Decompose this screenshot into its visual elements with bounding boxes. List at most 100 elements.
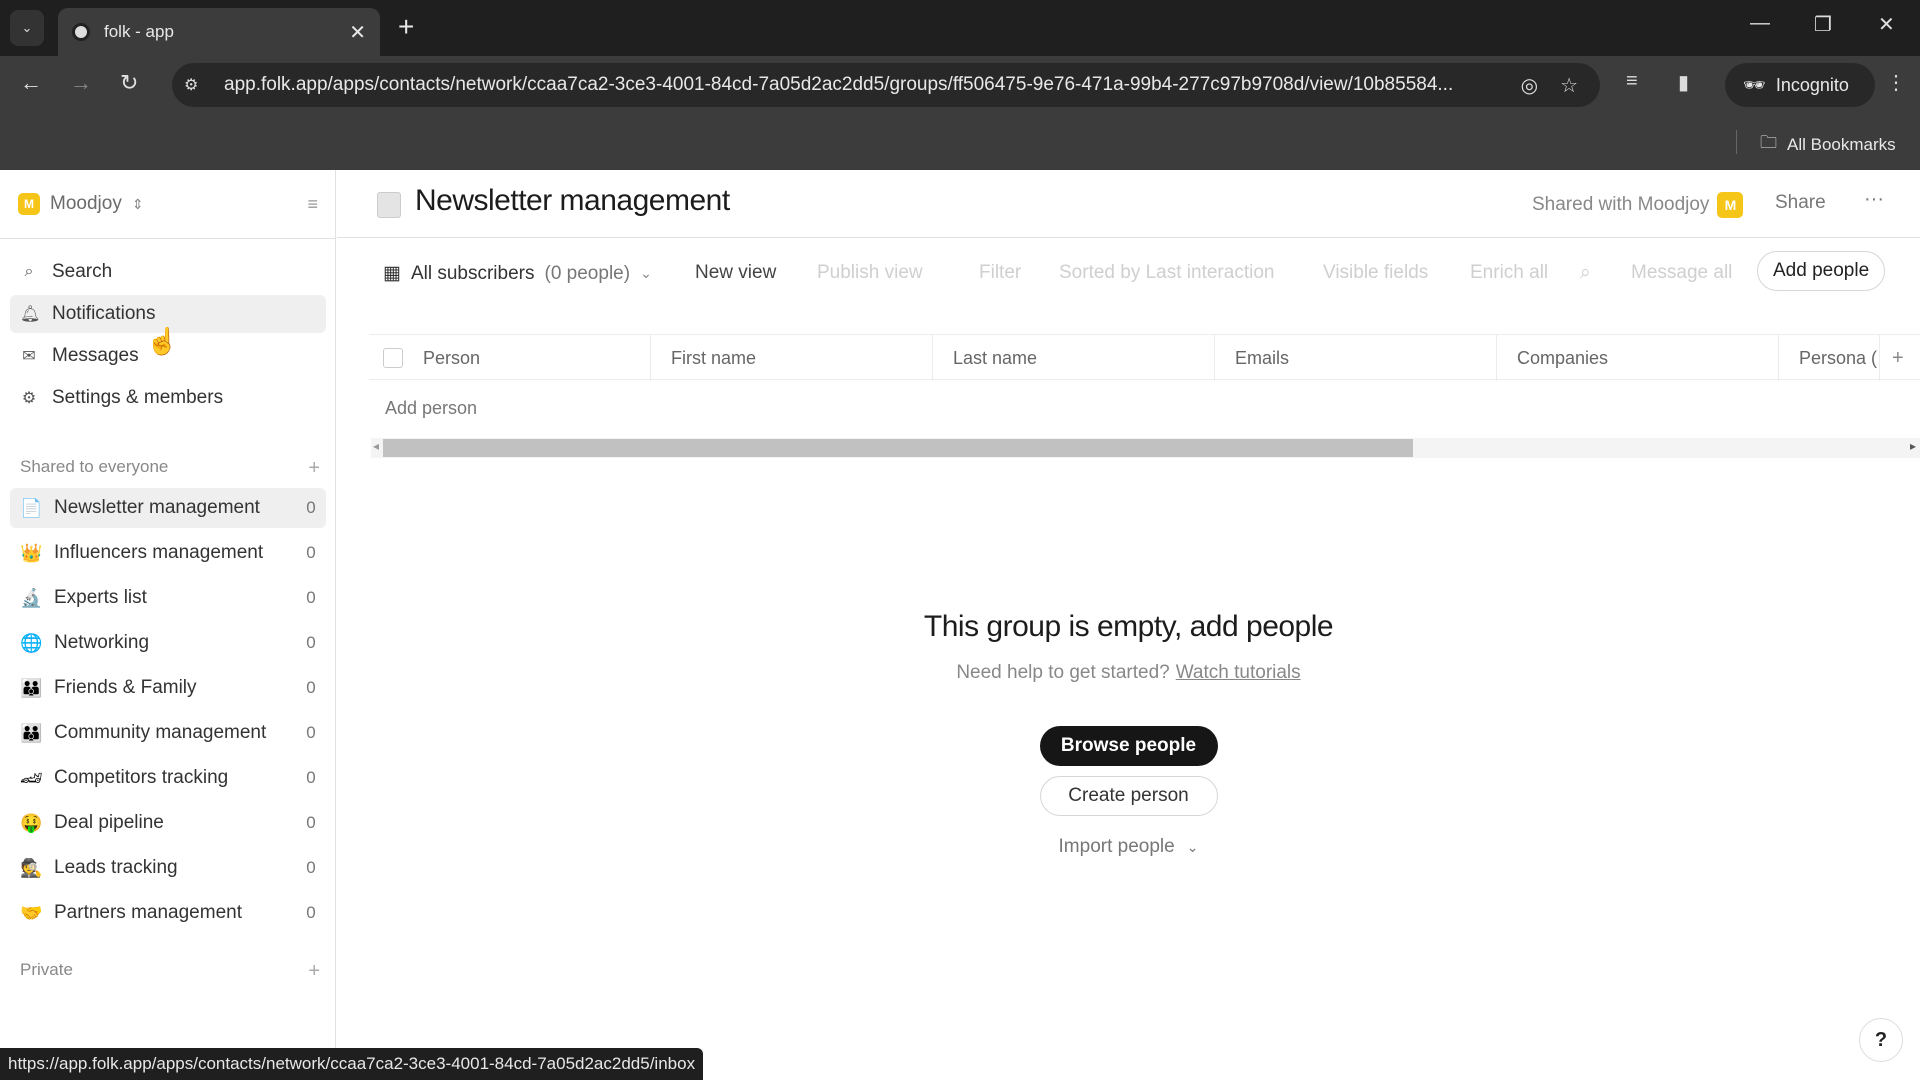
filter-button[interactable]: Filter (979, 262, 1021, 284)
search-icon: ⌕ (24, 263, 34, 280)
group-item[interactable]: 🕵 Leads tracking 0 (10, 848, 326, 888)
add-person-row[interactable]: Add person (385, 398, 477, 419)
group-count: 0 (306, 768, 316, 787)
globe-icon: 🌐 (20, 632, 43, 653)
main-content: Newsletter management Shared with Moodjo… (337, 170, 1920, 1080)
column-header-emails[interactable]: Emails (1215, 335, 1497, 381)
group-label: Newsletter management (54, 497, 260, 518)
column-header-persona[interactable]: Persona ( (1779, 335, 1880, 381)
view-count: (0 people) (544, 262, 631, 284)
scroll-right-icon[interactable]: ▸ (1910, 439, 1916, 453)
chevron-down-icon: ⌄ (640, 265, 652, 281)
workspace-switcher[interactable]: M Moodjoy ⇕ ≡ (18, 170, 318, 238)
collapse-sidebar-icon[interactable]: ≡ (307, 194, 318, 215)
media-icon[interactable]: ≡ (1626, 70, 1638, 93)
group-item[interactable]: 👪 Community management 0 (10, 713, 326, 753)
column-header-companies[interactable]: Companies (1497, 335, 1779, 381)
money-face-icon: 🤑 (20, 812, 43, 833)
reload-icon[interactable]: ↻ (120, 70, 138, 96)
group-label: Partners management (54, 902, 242, 923)
help-button[interactable]: ? (1859, 1018, 1903, 1062)
scroll-left-icon[interactable]: ◂ (373, 439, 379, 453)
group-count: 0 (306, 588, 316, 607)
mail-icon: ✉ (22, 348, 36, 365)
group-item[interactable]: 🔬 Experts list 0 (10, 578, 326, 618)
horizontal-scrollbar[interactable]: ◂ ▸ (371, 438, 1920, 458)
all-bookmarks-button[interactable]: 🗀 All Bookmarks (1760, 130, 1896, 159)
add-column-icon[interactable]: + (1880, 335, 1920, 381)
message-all-button[interactable]: Message all (1631, 262, 1732, 284)
search-icon[interactable]: ⌕ (1580, 262, 1591, 284)
empty-state-title: This group is empty, add people (923, 610, 1334, 643)
url-text[interactable]: app.folk.app/apps/contacts/network/ccaa7… (224, 74, 1521, 96)
scrollbar-thumb[interactable] (383, 439, 1413, 457)
add-group-icon[interactable]: + (308, 457, 320, 480)
forward-icon[interactable]: → (70, 70, 92, 96)
group-item[interactable]: 👪 Friends & Family 0 (10, 668, 326, 708)
site-settings-icon[interactable]: ⚙ (184, 75, 206, 95)
minimize-icon[interactable]: — (1750, 12, 1770, 35)
bookmarks-bar: 🗀 All Bookmarks (0, 114, 1920, 170)
sort-button[interactable]: Sorted by Last interaction (1059, 262, 1274, 284)
group-item[interactable]: 📄 Newsletter management 0 (10, 488, 326, 528)
shared-with-indicator[interactable]: Shared with Moodjoy M (1532, 192, 1744, 218)
group-count: 0 (306, 633, 316, 652)
group-item[interactable]: 🏎 Competitors tracking 0 (10, 758, 326, 798)
add-private-group-icon[interactable]: + (308, 960, 320, 983)
column-header-last-name[interactable]: Last name (933, 335, 1215, 381)
watch-tutorials-link[interactable]: Watch tutorials (1176, 662, 1301, 683)
new-view-button[interactable]: New view (695, 262, 776, 284)
create-person-button[interactable]: Create person (1039, 776, 1218, 816)
kebab-menu-icon[interactable]: ⋮ (1886, 70, 1906, 95)
browser-tab[interactable]: folk - app ✕ (58, 8, 380, 56)
crown-icon: 👑 (20, 542, 43, 563)
close-tab-icon[interactable]: ✕ (349, 20, 366, 45)
handshake-icon: 🤝 (20, 902, 43, 923)
restore-icon[interactable]: ❐ (1814, 12, 1832, 37)
browse-people-button[interactable]: Browse people (1039, 726, 1218, 766)
address-bar[interactable]: ⚙ app.folk.app/apps/contacts/network/cca… (172, 63, 1600, 107)
sidebar-item-label: Settings & members (52, 387, 224, 408)
view-selector[interactable]: ▦ All subscribers (0 people) ⌄ (383, 262, 652, 285)
new-tab-button[interactable]: + (398, 12, 414, 42)
group-item[interactable]: 🤑 Deal pipeline 0 (10, 803, 326, 843)
group-item[interactable]: 🌐 Networking 0 (10, 623, 326, 663)
star-icon[interactable]: ☆ (1560, 73, 1578, 98)
group-label: Community management (54, 722, 267, 743)
incognito-badge[interactable]: 🕶 Incognito (1725, 63, 1875, 107)
race-car-icon: 🏎 (20, 767, 43, 788)
workspace-badge: M (1717, 192, 1744, 218)
select-all-checkbox[interactable] (383, 348, 403, 368)
sidebar-item-label: Search (52, 261, 113, 282)
chevron-down-icon: ⌄ (21, 20, 33, 35)
side-panel-icon[interactable]: ▮ (1678, 70, 1689, 95)
group-label: Deal pipeline (54, 812, 164, 833)
group-count: 0 (306, 903, 316, 922)
tab-search-button[interactable]: ⌄ (10, 10, 44, 46)
detective-icon: 🕵 (20, 857, 43, 878)
group-label: Networking (54, 632, 150, 653)
visible-fields-button[interactable]: Visible fields (1323, 262, 1428, 284)
shared-with-label: Shared with Moodjoy (1532, 194, 1710, 215)
import-people-button[interactable]: Import people ⌄ (337, 836, 1920, 858)
publish-view-button[interactable]: Publish view (817, 262, 923, 284)
column-header-person[interactable]: Person (369, 335, 651, 381)
more-options-icon[interactable]: ··· (1864, 188, 1884, 211)
family-icon: 👪 (20, 722, 43, 743)
column-header-first-name[interactable]: First name (651, 335, 933, 381)
incognito-icon: 🕶 (1743, 74, 1766, 95)
favicon-icon (72, 23, 90, 41)
group-label: Leads tracking (54, 857, 178, 878)
group-item[interactable]: 👑 Influencers management 0 (10, 533, 326, 573)
group-item[interactable]: 🤝 Partners management 0 (10, 893, 326, 933)
group-label: Influencers management (54, 542, 264, 563)
sidebar-item-settings[interactable]: ⚙ Settings & members (10, 379, 326, 417)
share-button[interactable]: Share (1775, 192, 1826, 214)
add-people-button[interactable]: Add people (1757, 251, 1886, 291)
eye-off-icon[interactable]: ◎ (1521, 73, 1538, 98)
folk-app: M Moodjoy ⇕ ≡ ⌕ Search 🔔︎ Notifications … (0, 170, 1920, 1080)
enrich-all-button[interactable]: Enrich all (1470, 262, 1548, 284)
back-icon[interactable]: ← (20, 70, 42, 96)
sidebar-item-search[interactable]: ⌕ Search (10, 253, 326, 291)
close-window-icon[interactable]: ✕ (1878, 12, 1895, 37)
